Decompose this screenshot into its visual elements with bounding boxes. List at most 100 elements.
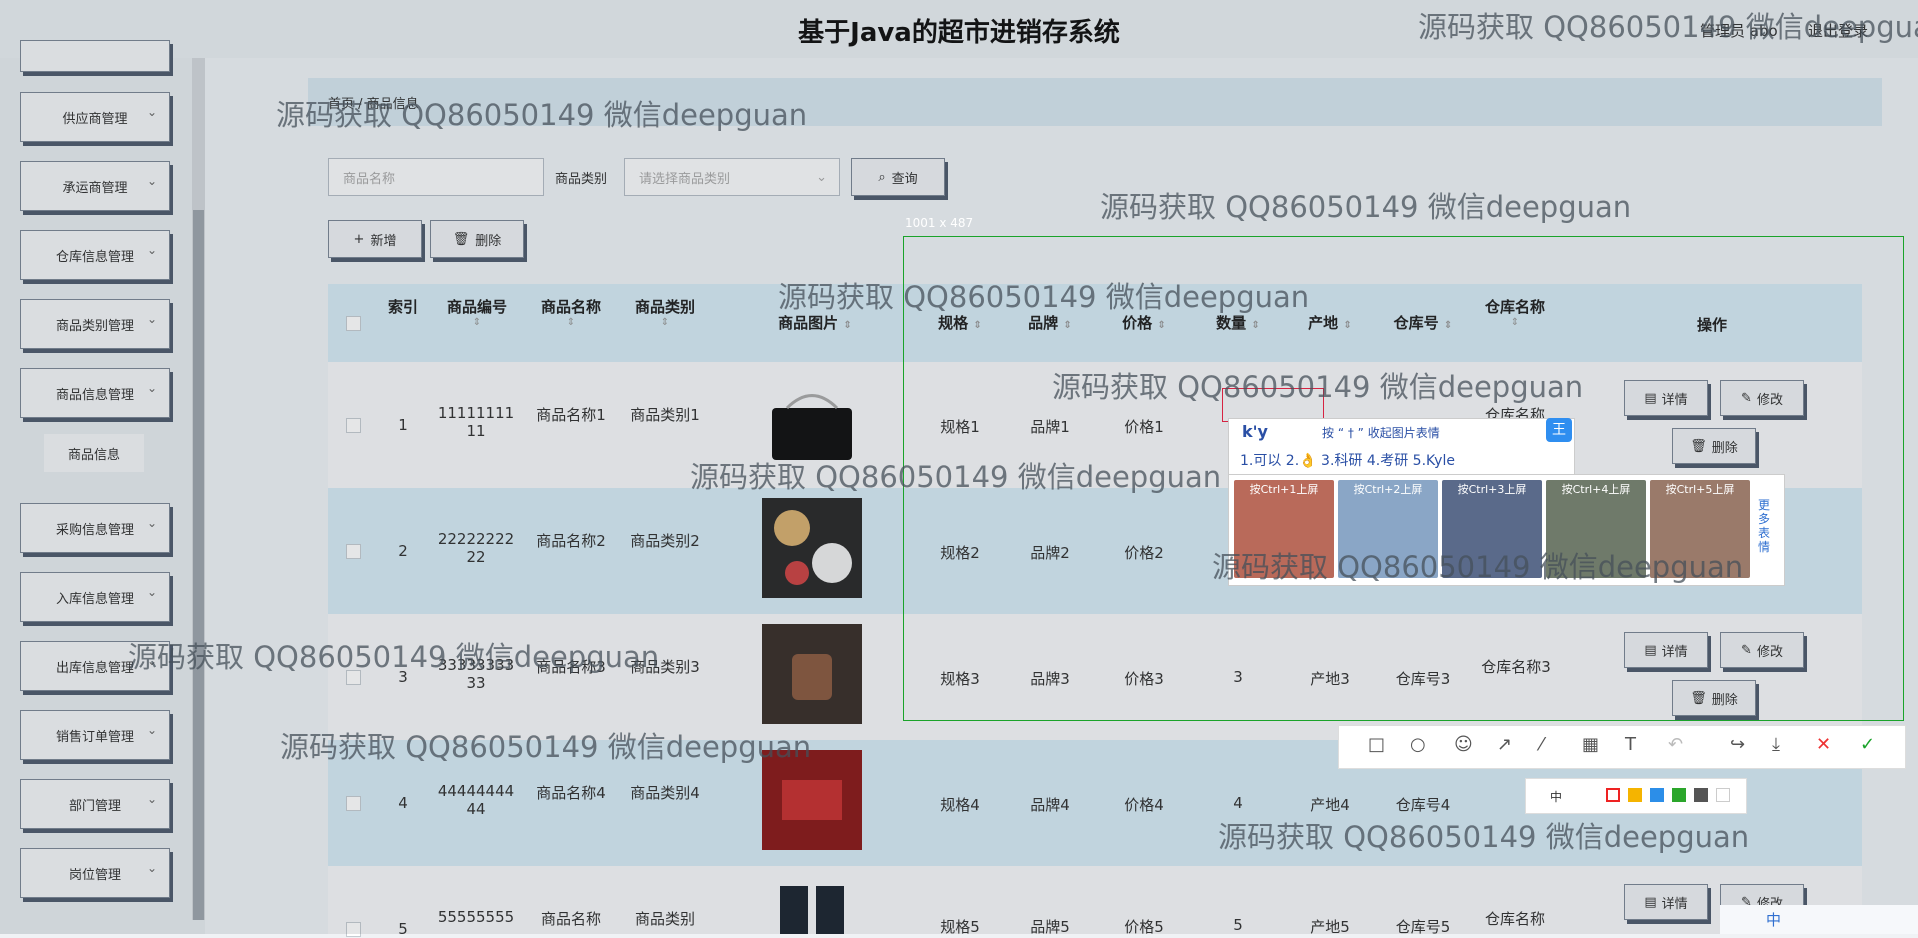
query-button-label: 查询 bbox=[891, 171, 918, 187]
color-white-swatch[interactable] bbox=[1716, 788, 1730, 802]
text-tool-icon[interactable]: T bbox=[1625, 734, 1636, 755]
sidebar-item-position[interactable]: 岗位管理 ⌄ bbox=[20, 848, 170, 898]
sticker-caption: 按Ctrl+5上屏 bbox=[1665, 483, 1735, 496]
sticker-caption: 按Ctrl+3上屏 bbox=[1457, 483, 1527, 496]
ellipse-tool-icon[interactable]: ○ bbox=[1410, 734, 1426, 755]
row-checkbox[interactable] bbox=[346, 418, 361, 433]
sidebar-item-purchase[interactable]: 采购信息管理 ⌄ bbox=[20, 503, 170, 553]
cell-name: 商品名称1 bbox=[536, 406, 606, 424]
sort-icon[interactable]: ⇕ bbox=[432, 317, 522, 328]
col-header-name[interactable]: 商品名称 ⇕ bbox=[526, 296, 616, 328]
more-stickers-link[interactable]: 更多表情 bbox=[1758, 498, 1772, 554]
chevron-down-icon: ⌄ bbox=[146, 654, 157, 668]
sidebar-item-label: 销售订单管理 bbox=[55, 729, 134, 745]
sidebar-item-inbound[interactable]: 入库信息管理 ⌄ bbox=[20, 572, 170, 622]
user-info: 管理员 abo bbox=[1700, 22, 1778, 40]
col-header-label: 商品类别 bbox=[634, 298, 695, 316]
cell-name: 商品名称2 bbox=[536, 532, 606, 550]
sidebar-item-supplier[interactable]: 供应商管理 ⌄ bbox=[20, 92, 170, 142]
sidebar-item-goods[interactable]: 商品信息管理 ⌄ bbox=[20, 368, 170, 418]
app-title: 基于Java的超市进销存系统 bbox=[798, 18, 1120, 48]
query-button[interactable]: ⌕ 查询 bbox=[851, 158, 945, 196]
color-yellow-swatch[interactable] bbox=[1628, 788, 1642, 802]
cell-category: 商品类别2 bbox=[630, 532, 700, 550]
chevron-down-icon: ⌄ bbox=[146, 792, 157, 806]
cell-name: 商品名称 bbox=[540, 910, 601, 928]
sidebar-item-label: 仓库信息管理 bbox=[55, 249, 134, 265]
color-blue-swatch[interactable] bbox=[1650, 788, 1664, 802]
product-image-bag bbox=[762, 624, 862, 724]
sort-icon[interactable]: ⇕ bbox=[620, 317, 710, 328]
col-header-category[interactable]: 商品类别 ⇕ bbox=[620, 296, 710, 328]
row-checkbox[interactable] bbox=[346, 544, 361, 559]
col-header-code[interactable]: 商品编号 ⇕ bbox=[432, 296, 522, 328]
add-button-label: 新增 bbox=[370, 233, 397, 249]
sticker-caption: 按Ctrl+2上屏 bbox=[1353, 483, 1423, 496]
sidebar-item-partial[interactable] bbox=[20, 40, 170, 72]
trash-icon: 🗑 bbox=[452, 231, 470, 247]
chevron-down-icon: ⌄ bbox=[146, 861, 157, 875]
cell-code: 2222222222 bbox=[437, 530, 515, 566]
cell-spec: 规格4 bbox=[940, 796, 980, 814]
cancel-icon[interactable]: ✕ bbox=[1816, 734, 1831, 755]
row-checkbox[interactable] bbox=[346, 670, 361, 685]
col-header-label: 商品名称 bbox=[540, 298, 601, 316]
cell-brand: 品牌4 bbox=[1030, 796, 1070, 814]
undo-icon[interactable]: ↶ bbox=[1668, 734, 1683, 755]
sidebar-item-carrier[interactable]: 承运商管理 ⌄ bbox=[20, 161, 170, 211]
product-image-handbag bbox=[772, 394, 852, 460]
logout-link[interactable]: 退出登录 bbox=[1808, 20, 1868, 41]
ime-composition: k'y bbox=[1242, 422, 1268, 441]
mosaic-tool-icon[interactable]: ▦ bbox=[1582, 734, 1599, 755]
confirm-icon[interactable]: ✓ bbox=[1860, 734, 1875, 755]
color-gray-swatch[interactable] bbox=[1694, 788, 1708, 802]
chevron-down-icon: ⌄ bbox=[146, 174, 157, 188]
cell-index: 5 bbox=[398, 920, 408, 938]
cell-index: 1 bbox=[398, 416, 408, 434]
col-header-index[interactable]: 索引 bbox=[388, 296, 418, 317]
selection-size-label: 1001 x 487 bbox=[905, 216, 974, 230]
download-icon[interactable]: ⤓ bbox=[1772, 734, 1780, 755]
arrow-tool-icon[interactable]: ↗ bbox=[1497, 734, 1512, 755]
row-checkbox[interactable] bbox=[346, 922, 361, 937]
sort-icon[interactable]: ⇕ bbox=[526, 317, 616, 328]
sidebar-item-category[interactable]: 商品类别管理 ⌄ bbox=[20, 299, 170, 349]
cell-category: 商品类别1 bbox=[630, 406, 700, 424]
sidebar-item-outbound[interactable]: 出库信息管理 ⌄ bbox=[20, 641, 170, 691]
cell-category: 商品类别3 bbox=[630, 658, 700, 676]
breadcrumb: 首页 / 商品信息 bbox=[328, 97, 419, 112]
chevron-down-icon: ⌄ bbox=[816, 169, 827, 185]
emoji-tool-icon[interactable]: ☺ bbox=[1454, 734, 1473, 755]
search-icon: ⌕ bbox=[878, 169, 886, 185]
sidebar-item-sales[interactable]: 销售订单管理 ⌄ bbox=[20, 710, 170, 760]
ime-mode-indicator[interactable]: 中 bbox=[1766, 909, 1781, 930]
category-select[interactable]: 请选择商品类别 ⌄ bbox=[624, 158, 840, 196]
share-icon[interactable]: ↪ bbox=[1730, 734, 1745, 755]
rectangle-tool-icon[interactable]: □ bbox=[1368, 734, 1385, 755]
line-tool-icon[interactable]: ⁄ bbox=[1540, 734, 1543, 755]
color-red-swatch[interactable] bbox=[1606, 788, 1620, 802]
col-header-label: 索引 bbox=[388, 298, 419, 316]
col-header-image[interactable]: 商品图片 ⇕ bbox=[760, 312, 870, 333]
sidebar-item-department[interactable]: 部门管理 ⌄ bbox=[20, 779, 170, 829]
select-all-checkbox[interactable] bbox=[346, 316, 361, 331]
color-green-swatch[interactable] bbox=[1672, 788, 1686, 802]
col-header-label: 商品图片 bbox=[778, 314, 839, 332]
sort-icon[interactable]: ⇕ bbox=[843, 320, 851, 331]
sidebar-subitem-goods-info[interactable]: 商品信息 bbox=[44, 434, 144, 472]
goods-name-input[interactable]: 商品名称 bbox=[328, 158, 544, 196]
cell-qty: 5 bbox=[1233, 916, 1243, 934]
ime-candidates[interactable]: 1.可以 2.👌 3.科研 4.考研 5.Kyle bbox=[1240, 450, 1455, 470]
sidebar-item-warehouse[interactable]: 仓库信息管理 ⌄ bbox=[20, 230, 170, 280]
font-size-select[interactable]: 中 bbox=[1550, 788, 1562, 805]
row-checkbox[interactable] bbox=[346, 796, 361, 811]
plus-icon: + bbox=[353, 231, 365, 247]
add-button[interactable]: + 新增 bbox=[328, 220, 422, 258]
cell-code: 55555555 bbox=[437, 908, 515, 926]
chevron-down-icon: ⌄ bbox=[146, 585, 157, 599]
system-tray: 中 bbox=[1720, 905, 1918, 934]
sidebar-scroll-thumb[interactable] bbox=[193, 210, 204, 920]
delete-button-label: 删除 bbox=[475, 233, 502, 249]
delete-button[interactable]: 🗑 删除 bbox=[430, 220, 524, 258]
detail-button[interactable]: ▤ 详情 bbox=[1624, 884, 1708, 920]
